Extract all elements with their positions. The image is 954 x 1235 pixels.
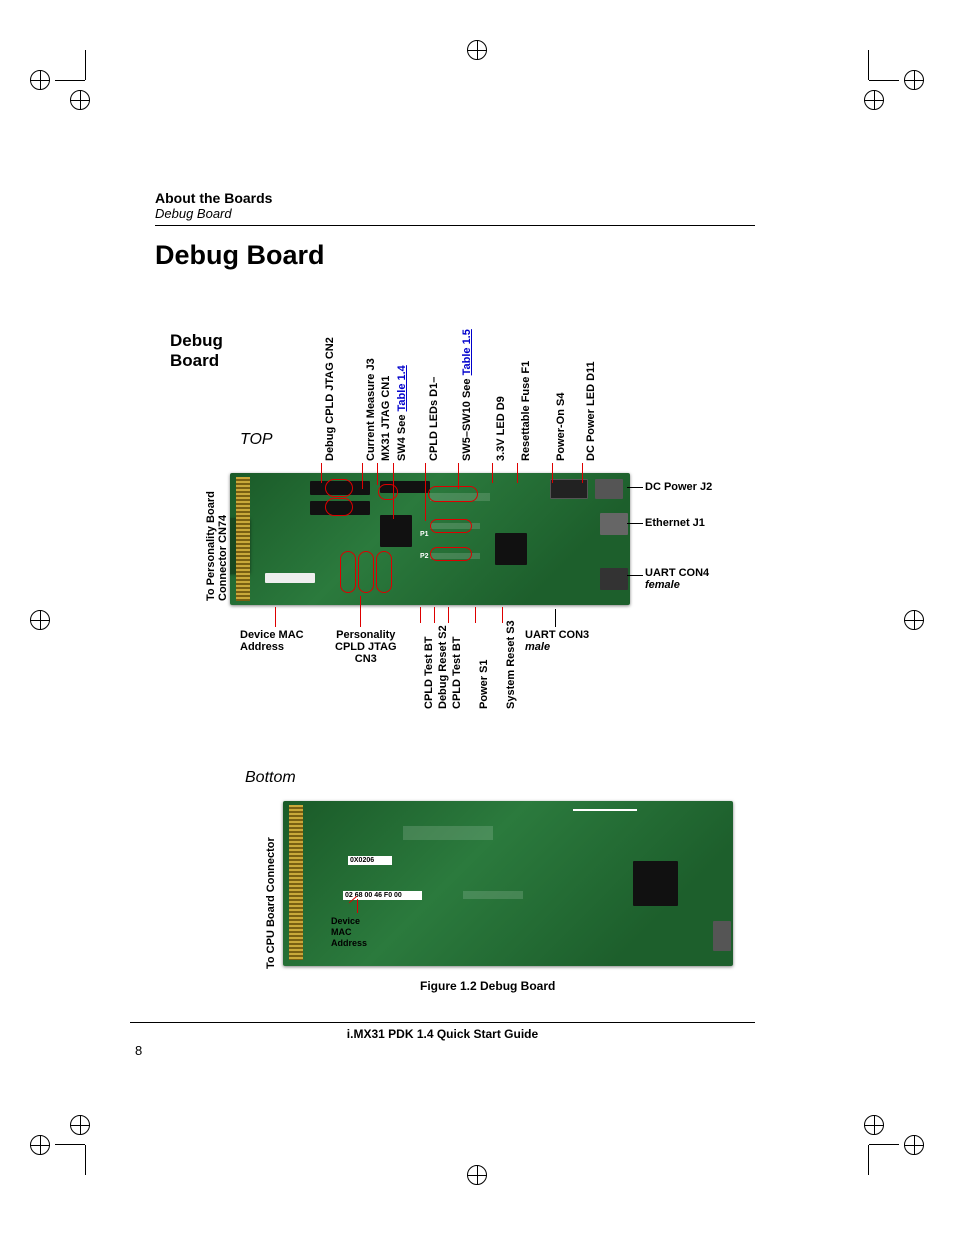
current-measure-label: Current Measure J3 [365,358,377,461]
cpu-board-connector-label: To CPU Board Connector [265,837,277,969]
debug-reset-s2-label: Debug Reset S2 [437,625,449,709]
crop-mark-bl [30,1135,70,1175]
uart-con4-label: UART CON4 female [645,567,709,591]
cpld-test-bt-2-label: CPLD Test BT [451,636,463,709]
crop-mark-br [884,1135,924,1175]
dc-power-led-label: DC Power LED D11 [585,361,597,461]
crop-mark-bc [457,1155,497,1195]
table-1-4-link[interactable]: Table 1.4 [396,365,408,411]
device-mac-address-label-top: Device MAC Address [240,629,304,653]
sw4-label: SW4 See Table 1.4 [396,365,408,461]
table-1-5-link[interactable]: Table 1.5 [461,329,473,375]
device-mac-address-label-bottom: Device MAC Address [331,916,367,948]
cpld-leds-label: CPLD LEDs D1– [428,377,440,461]
crop-mark-tr [884,50,924,90]
uart-con3-label: UART CON3 male [525,629,589,653]
crop-mark-rc [894,600,934,640]
cpld-test-bt-1-label: CPLD Test BT [423,636,435,709]
mx31-jtag-label: MX31 JTAG CN1 [380,376,392,461]
crop-mark-lc [20,600,60,640]
crop-mark-tc [457,30,497,70]
system-reset-s3-label: System Reset S3 [505,620,517,709]
header-subsection: Debug Board [155,206,755,221]
figure-caption: Figure 1.2 Debug Board [420,979,555,993]
figure-title-l2: Board [170,351,219,371]
p1-label: P1 [420,531,429,538]
led-3v3-label: 3.3V LED D9 [495,396,507,461]
footer-title: i.MX31 PDK 1.4 Quick Start Guide [130,1022,755,1041]
header-section: About the Boards [155,190,755,206]
debug-board-bottom: 0X0206 02 68 00 46 F0 00 Device MAC Addr… [283,801,733,966]
debug-cpld-jtag-label: Debug CPLD JTAG CN2 [324,337,336,461]
figure-title-l1: Debug [170,331,223,351]
page-number: 8 [135,1043,142,1058]
p2-label: P2 [420,553,429,560]
personality-board-connector-label: To Personality Board Connector CN74 [205,491,229,601]
dc-power-j2-label: DC Power J2 [645,481,712,493]
power-on-label: Power-On S4 [555,393,567,461]
figure-diagram: Debug Board TOP To Personality Board Con… [165,291,745,1011]
resettable-fuse-label: Resettable Fuse F1 [520,361,532,461]
ethernet-j1-label: Ethernet J1 [645,517,705,529]
power-s1-label: Power S1 [478,659,490,709]
page-heading: Debug Board [155,240,755,271]
crop-mark-tl [30,50,70,90]
sw5-sw10-label: SW5–SW10 See Table 1.5 [461,329,473,461]
running-header: About the Boards Debug Board [155,190,755,226]
personality-cpld-jtag-label: Personality CPLD JTAG CN3 [335,629,397,665]
top-view-label: TOP [240,431,273,449]
bottom-view-label: Bottom [245,769,296,787]
page-content: About the Boards Debug Board Debug Board… [155,190,755,1011]
